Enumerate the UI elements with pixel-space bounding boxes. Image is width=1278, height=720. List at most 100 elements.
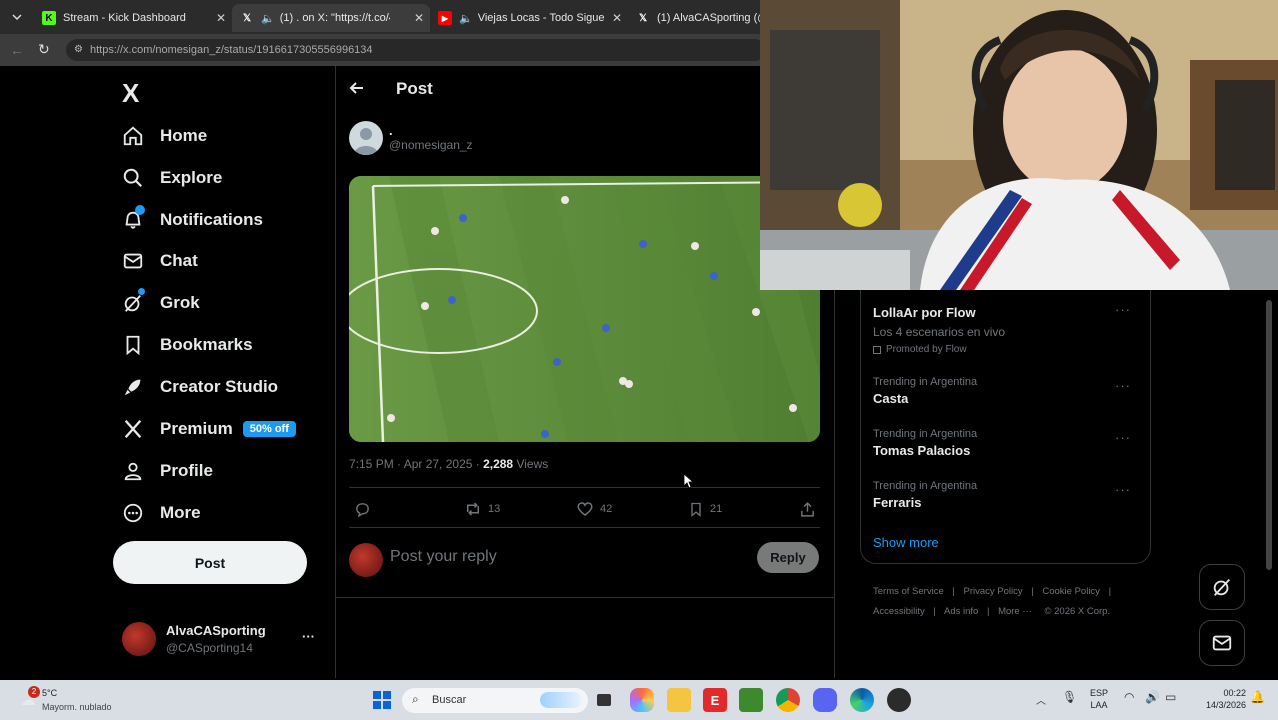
sidebar-item-explore[interactable]: Explore	[120, 163, 222, 193]
like-action[interactable]: 42	[576, 499, 612, 519]
post-video[interactable]	[349, 176, 820, 442]
browser-tab[interactable]: K Stream - Kick Dashboard ✕	[34, 4, 232, 32]
share-action[interactable]	[799, 499, 822, 519]
account-menu-icon[interactable]: ···	[302, 629, 315, 644]
bookmark-action[interactable]: 21	[688, 499, 722, 519]
discord-icon[interactable]	[813, 688, 837, 712]
sidebar-item-chat[interactable]: Chat	[120, 246, 198, 276]
repost-action[interactable]: 13	[464, 499, 500, 519]
search-icon	[120, 165, 146, 191]
sidebar-item-bookmarks[interactable]: Bookmarks	[120, 330, 253, 360]
author-name[interactable]: .	[389, 123, 393, 138]
tab-title: Viejas Locas - Todo Sigue Igual	[477, 12, 608, 24]
app-e-icon[interactable]: E	[703, 688, 727, 712]
chrome-icon[interactable]	[776, 688, 800, 712]
weather-widget[interactable]: ☁ 2 5°C Mayorm. nublado	[14, 684, 144, 718]
close-tab-icon[interactable]: ✕	[612, 11, 622, 25]
browser-tab[interactable]: 𝕏 (1) AlvaCASporting (@CA	[628, 4, 768, 32]
footer-links: Terms of Service | Privacy Policy | Cook…	[873, 582, 1163, 622]
sidebar-item-grok[interactable]: Grok	[120, 288, 200, 318]
x-logo-icon[interactable]: X	[122, 78, 139, 109]
language-indicator[interactable]: ESP LAA	[1090, 687, 1108, 711]
taskbar-search[interactable]: ⌕ Buscar	[402, 688, 588, 713]
more-options-icon[interactable]: ···	[1115, 430, 1131, 445]
sidebar-item-more[interactable]: More	[120, 498, 201, 528]
repost-count: 13	[488, 503, 501, 515]
reload-icon[interactable]: ↻	[38, 41, 50, 58]
edge-icon[interactable]	[850, 688, 874, 712]
grok-float-button[interactable]	[1199, 564, 1245, 610]
sidebar-item-home[interactable]: Home	[120, 121, 207, 151]
messages-float-button[interactable]	[1199, 620, 1245, 666]
kick-favicon-icon: K	[42, 11, 56, 25]
repost-icon	[467, 502, 479, 516]
actions-divider-bottom	[349, 527, 820, 528]
sidebar-item-premium[interactable]: Premium 50% off	[120, 414, 296, 444]
clock-time: 00:22	[1223, 688, 1246, 698]
more-options-icon[interactable]: ···	[1115, 482, 1131, 497]
views-count: 2,288	[483, 457, 514, 471]
start-button[interactable]	[370, 688, 394, 712]
sidebar-item-notifications[interactable]: Notifications	[120, 205, 263, 235]
wifi-icon[interactable]: ◠	[1124, 690, 1134, 704]
windows-logo-icon	[373, 691, 391, 709]
show-more-link[interactable]: Show more	[873, 535, 939, 550]
microphone-icon[interactable]: 🎙	[1062, 690, 1077, 704]
footer-link-cookies[interactable]: Cookie Policy	[1042, 586, 1100, 597]
trend-item[interactable]: Trending in Argentina Ferraris ···	[873, 480, 1139, 510]
weather-description: Mayorm. nublado	[42, 702, 112, 712]
back-icon[interactable]: ←	[10, 42, 24, 58]
author-avatar[interactable]	[349, 121, 383, 155]
sidebar-item-creator-studio[interactable]: Creator Studio	[120, 372, 278, 402]
trend-item[interactable]: Trending in Argentina Casta ···	[873, 376, 1139, 406]
back-arrow-icon[interactable]	[349, 80, 365, 101]
reply-button[interactable]: Reply	[757, 542, 819, 573]
clock-date: 14/3/2026	[1205, 700, 1246, 710]
post-button[interactable]: Post	[113, 541, 307, 584]
reply-input[interactable]: Post your reply	[390, 548, 740, 570]
footer-link-accessibility[interactable]: Accessibility	[873, 606, 925, 617]
tray-overflow-icon[interactable]: ︿	[1036, 692, 1046, 707]
footer-link-terms[interactable]: Terms of Service	[873, 586, 944, 597]
footer-link-privacy[interactable]: Privacy Policy	[964, 586, 1023, 597]
app-green-icon[interactable]	[739, 688, 763, 712]
trend-item[interactable]: Trending in Argentina Tomas Palacios ···	[873, 428, 1139, 458]
account-switcher[interactable]: AlvaCASporting @CASporting14 ···	[122, 622, 322, 658]
sidebar-item-label: Grok	[160, 293, 200, 312]
tab-list-dropdown-icon[interactable]	[10, 10, 24, 24]
browser-tab-active[interactable]: 𝕏 🔈 (1) . on X: "https://t.co/4A6ftx ✕	[232, 4, 430, 32]
more-options-icon[interactable]: ···	[1115, 378, 1131, 393]
post-timestamp[interactable]: 7:15 PM · Apr 27, 2025 ·	[349, 457, 483, 471]
author-handle[interactable]: @nomesigan_z	[389, 138, 473, 152]
actions-divider-top	[349, 487, 820, 488]
task-view-icon[interactable]	[592, 688, 616, 712]
volume-icon[interactable]: 🔊	[1145, 690, 1160, 704]
promoted-trend[interactable]: LollaAr por Flow Los 4 escenarios en viv…	[873, 302, 1139, 355]
account-name: AlvaCASporting	[166, 623, 266, 638]
mouse-cursor-icon	[683, 473, 695, 493]
bookmark-icon	[120, 332, 146, 358]
url-bar[interactable]: ⚙ https://x.com/nomesigan_z/status/19166…	[66, 39, 766, 61]
reply-action[interactable]	[354, 499, 377, 519]
bookmark-count: 21	[710, 503, 723, 515]
close-tab-icon[interactable]: ✕	[216, 11, 226, 25]
site-info-icon[interactable]: ⚙	[74, 39, 83, 61]
footer-link-ads[interactable]: Ads info	[944, 606, 978, 617]
speaker-icon: 🔈	[261, 12, 275, 25]
footer-line-2: Accessibility | Ads info | More ··· © 20…	[873, 602, 1163, 622]
sidebar-item-profile[interactable]: Profile	[120, 456, 213, 486]
copilot-icon[interactable]	[630, 688, 654, 712]
battery-icon[interactable]: ▭	[1165, 690, 1176, 704]
footer-separator: |	[1031, 586, 1034, 597]
notification-center-icon[interactable]: 🔔	[1250, 690, 1265, 704]
page-scrollbar[interactable]	[1266, 300, 1272, 570]
sidebar-item-label: Profile	[160, 461, 213, 480]
footer-link-more[interactable]: More ···	[998, 606, 1032, 617]
clock[interactable]: 00:22 14/3/2026	[1190, 687, 1246, 711]
sidebar-item-label: Bookmarks	[160, 335, 253, 354]
close-tab-icon[interactable]: ✕	[414, 11, 424, 25]
more-options-icon[interactable]: ···	[1115, 302, 1131, 317]
obs-icon[interactable]	[887, 688, 911, 712]
file-explorer-icon[interactable]	[667, 688, 691, 712]
browser-tab[interactable]: ▶ 🔈 Viejas Locas - Todo Sigue Igual ✕	[430, 4, 628, 32]
